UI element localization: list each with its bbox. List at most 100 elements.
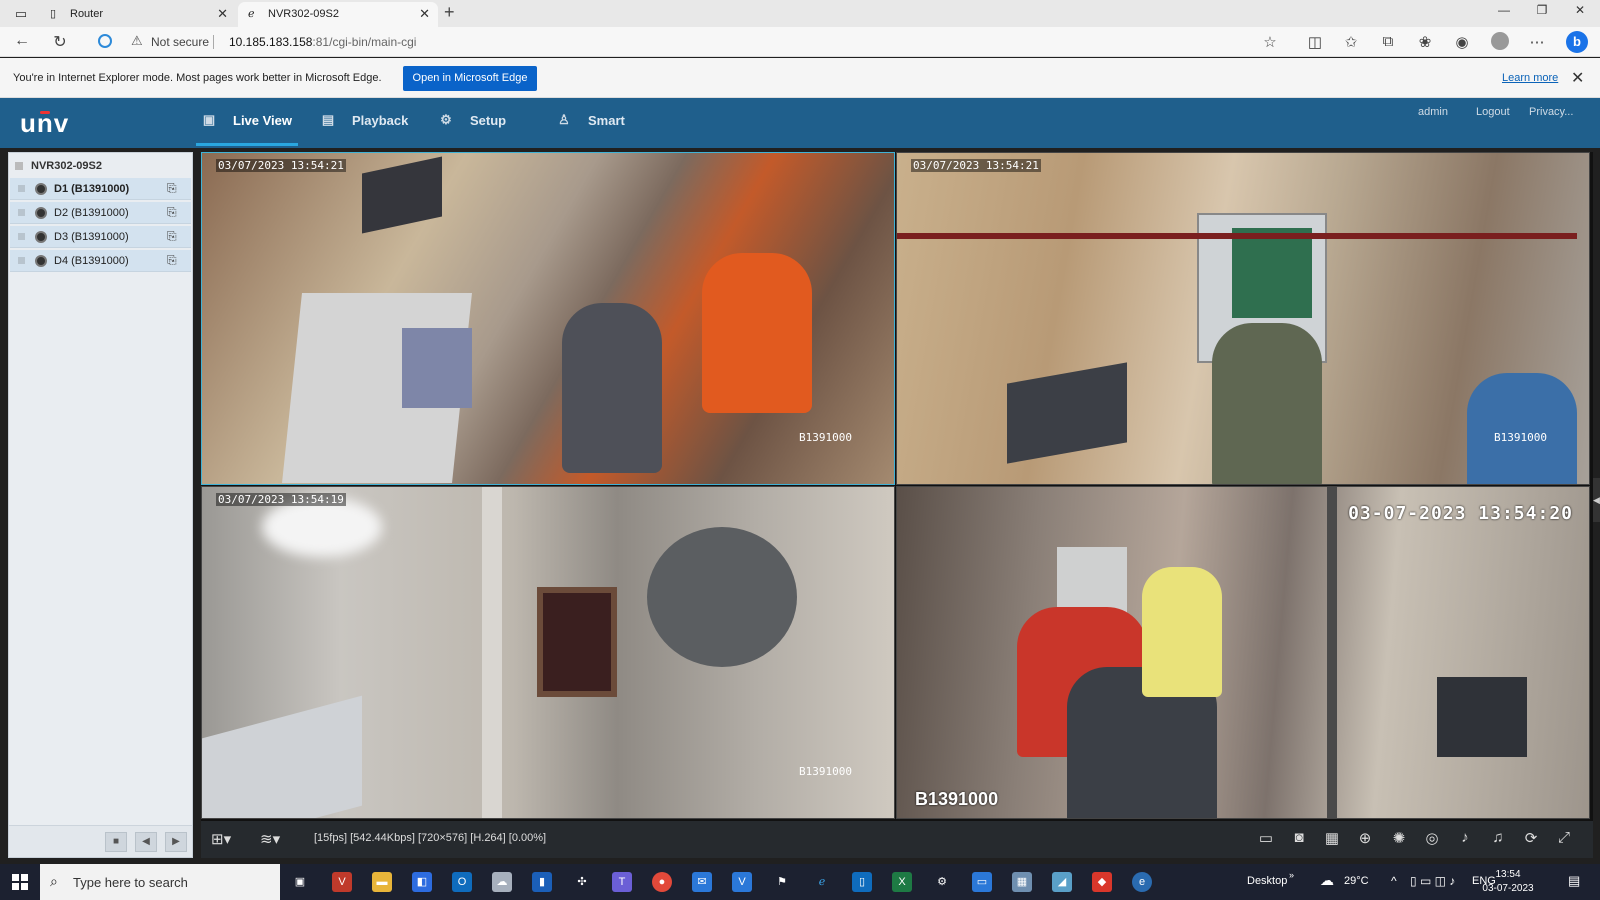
collapse-icon[interactable]: [15, 162, 23, 170]
excel-icon[interactable]: X: [892, 872, 912, 892]
windows-start-icon[interactable]: [12, 874, 28, 890]
nav-setup[interactable]: ⚙ Setup: [440, 112, 506, 128]
refresh-icon[interactable]: ↻: [48, 32, 72, 52]
split-screen-icon[interactable]: ◫: [1305, 33, 1325, 51]
record-status-icon[interactable]: ⎘: [167, 229, 177, 244]
browser-essentials-icon[interactable]: ◉: [1452, 33, 1472, 51]
close-tab-icon[interactable]: ✕: [419, 2, 430, 26]
channel-row-d4[interactable]: D4 (B1391000) ⎘: [10, 250, 191, 272]
record-clip-icon[interactable]: ▦: [1322, 829, 1342, 847]
app-icon[interactable]: ☁: [492, 872, 512, 892]
close-tab-icon[interactable]: ✕: [217, 2, 228, 26]
ptz-icon[interactable]: ✺: [1389, 829, 1409, 847]
channel-row-d2[interactable]: D2 (B1391000) ⎘: [10, 202, 191, 224]
store-icon[interactable]: ◧: [412, 872, 432, 892]
file-explorer-icon[interactable]: ▬: [372, 872, 392, 892]
previous-button[interactable]: ◀: [135, 832, 157, 852]
mail-icon[interactable]: ✉: [692, 872, 712, 892]
video-cell-d3[interactable]: 03/07/2023 13:54:19 B1391000: [201, 486, 895, 819]
timestamp-overlay: 03/07/2023 13:54:19: [216, 493, 346, 506]
nav-playback[interactable]: ▤ Playback: [322, 112, 409, 128]
extensions-icon[interactable]: ❀: [1415, 33, 1435, 51]
anydesk-icon[interactable]: ◆: [1092, 872, 1112, 892]
app-icon[interactable]: ⚑: [772, 872, 792, 892]
app-icon[interactable]: V: [732, 872, 752, 892]
record-status-icon[interactable]: ⎘: [167, 181, 177, 196]
collections-icon[interactable]: ⧉: [1378, 33, 1398, 50]
chevron-icon[interactable]: »: [1289, 870, 1294, 880]
app-icon[interactable]: ▯: [852, 872, 872, 892]
collapse-panel-handle[interactable]: ◀: [1593, 478, 1600, 522]
refresh-stream-icon[interactable]: ⟳: [1521, 829, 1541, 847]
favorite-star-icon[interactable]: ☆: [1260, 33, 1280, 51]
task-view-icon[interactable]: ▣: [290, 872, 310, 892]
channel-label: D4 (B1391000): [54, 255, 129, 267]
minimize-icon[interactable]: —: [1486, 3, 1522, 17]
app-icon[interactable]: ◢: [1052, 872, 1072, 892]
chrome-icon[interactable]: ●: [652, 872, 672, 892]
audio-icon[interactable]: ♪: [1455, 829, 1475, 846]
nav-live-view[interactable]: ▣ Live View: [203, 112, 292, 128]
close-window-icon[interactable]: ✕: [1562, 3, 1598, 17]
teams-icon[interactable]: T: [612, 872, 632, 892]
profile-avatar[interactable]: [1491, 32, 1509, 50]
channel-checkbox[interactable]: [18, 233, 25, 240]
tray-icons[interactable]: ▯ ▭ ◫ ♪: [1410, 874, 1455, 888]
record-status-icon[interactable]: ⎘: [167, 253, 177, 268]
app-icon[interactable]: V: [332, 872, 352, 892]
not-secure-label[interactable]: Not secure: [151, 35, 209, 49]
stream-select-icon[interactable]: ≋▾: [260, 830, 280, 848]
aspect-ratio-icon[interactable]: ▭: [1256, 829, 1276, 847]
snapshot-icon[interactable]: ◙: [1289, 829, 1309, 846]
notifications-icon[interactable]: ▤: [1568, 873, 1580, 889]
channel-checkbox[interactable]: [18, 257, 25, 264]
app-icon[interactable]: ✣: [572, 872, 592, 892]
open-in-edge-button[interactable]: Open in Microsoft Edge: [403, 66, 537, 91]
more-menu-icon[interactable]: ⋯: [1527, 33, 1547, 51]
back-icon[interactable]: ←: [10, 32, 34, 50]
restore-icon[interactable]: ❐: [1524, 3, 1560, 17]
stop-tour-button[interactable]: ■: [105, 832, 127, 852]
browser-tab-nvr[interactable]: ℯ NVR302-09S2 ✕: [238, 2, 438, 27]
warning-icon[interactable]: ⚠: [131, 33, 143, 49]
taskbar-search[interactable]: ⌕ Type here to search: [40, 864, 280, 900]
browser-tab-router[interactable]: ▯ Router ✕: [40, 2, 236, 27]
channel-checkbox[interactable]: [18, 185, 25, 192]
favorites-icon[interactable]: ✩: [1341, 33, 1361, 51]
learn-more-link[interactable]: Learn more: [1502, 72, 1558, 84]
channel-row-d3[interactable]: D3 (B1391000) ⎘: [10, 226, 191, 248]
desktop-toolbar-label[interactable]: Desktop: [1247, 875, 1287, 887]
outlook-icon[interactable]: O: [452, 872, 472, 892]
channel-checkbox[interactable]: [18, 209, 25, 216]
url-field[interactable]: 10.185.183.158:81/cgi-bin/main-cgi: [229, 35, 416, 49]
privacy-link[interactable]: Privacy...: [1529, 106, 1573, 118]
close-infobar-icon[interactable]: ✕: [1571, 68, 1584, 88]
settings-icon[interactable]: ⚙: [932, 872, 952, 892]
video-cell-d2[interactable]: 03/07/2023 13:54:21 B1391000: [896, 152, 1590, 485]
video-cell-d4[interactable]: 03-07-2023 13:54:20 B1391000: [896, 486, 1590, 819]
digital-zoom-icon[interactable]: ⊕: [1355, 829, 1375, 847]
record-status-icon[interactable]: ⎘: [167, 205, 177, 220]
logout-link[interactable]: Logout: [1476, 106, 1510, 118]
taskbar-clock[interactable]: 13:54 03-07-2023: [1478, 868, 1538, 896]
edge-icon[interactable]: e: [1132, 872, 1152, 892]
calculator-icon[interactable]: ▦: [1012, 872, 1032, 892]
bing-copilot-icon[interactable]: b: [1566, 31, 1588, 53]
image-enhance-icon[interactable]: ◎: [1422, 829, 1442, 847]
next-button[interactable]: ▶: [165, 832, 187, 852]
video-cell-d1[interactable]: 03/07/2023 13:54:21 B1391000: [201, 152, 895, 485]
fullscreen-icon[interactable]: ⤢: [1554, 829, 1574, 846]
ie-mode-icon[interactable]: [98, 34, 112, 48]
tree-root-nvr[interactable]: NVR302-09S2: [15, 160, 102, 172]
screen-layout-icon[interactable]: ⊞▾: [211, 830, 231, 848]
microphone-icon[interactable]: ♫: [1488, 829, 1508, 846]
nav-smart[interactable]: ♙ Smart: [558, 112, 625, 128]
channel-row-d1[interactable]: D1 (B1391000) ⎘: [10, 178, 191, 200]
tab-actions-icon[interactable]: ▭: [6, 4, 36, 24]
tray-chevron-icon[interactable]: ^: [1391, 874, 1397, 888]
internet-explorer-icon[interactable]: ℯ: [812, 872, 832, 892]
app-icon[interactable]: ▭: [972, 872, 992, 892]
weather-temp[interactable]: 29°C: [1344, 875, 1369, 887]
app-icon[interactable]: ▮: [532, 872, 552, 892]
new-tab-icon[interactable]: +: [444, 2, 455, 23]
